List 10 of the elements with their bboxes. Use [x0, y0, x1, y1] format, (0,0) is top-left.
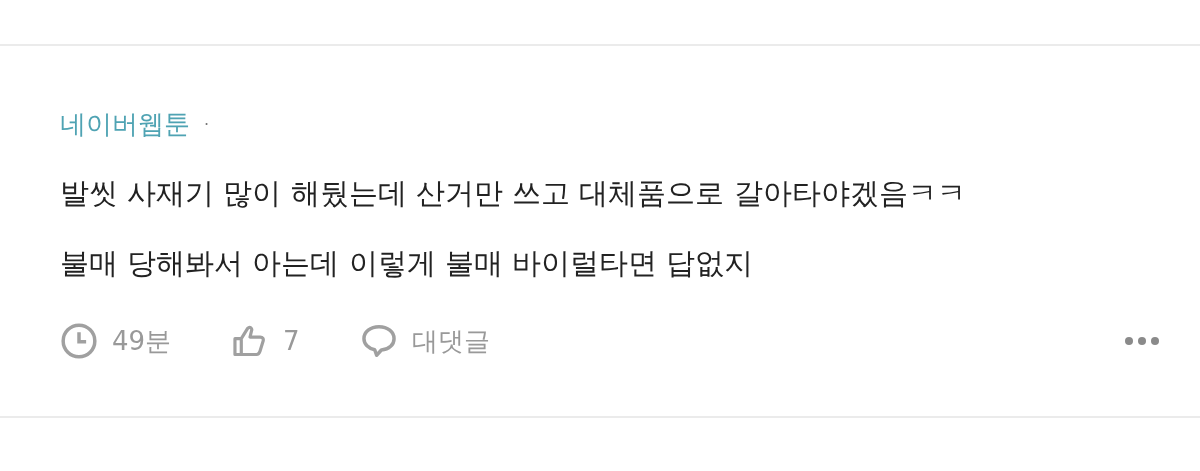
- like-button[interactable]: 7: [231, 322, 300, 360]
- comment-text: 불매 당해봐서 아는데 이렇게 불매 바이럴타면 답없지: [60, 245, 755, 282]
- comment-text: 발씻 사재기 많이 해뒀는데 산거만 쓰고 대체품으로 갈아타야겠음ㅋㅋ: [60, 175, 967, 212]
- speech-bubble-icon: [359, 322, 398, 360]
- comment-time: 49분: [112, 324, 172, 358]
- author-name[interactable]: 네이버웹툰: [60, 106, 190, 142]
- more-options-icon[interactable]: [1124, 336, 1160, 346]
- separator-dot: ·: [204, 114, 210, 134]
- reply-button[interactable]: 대댓글: [359, 322, 490, 360]
- clock-icon: [60, 322, 98, 360]
